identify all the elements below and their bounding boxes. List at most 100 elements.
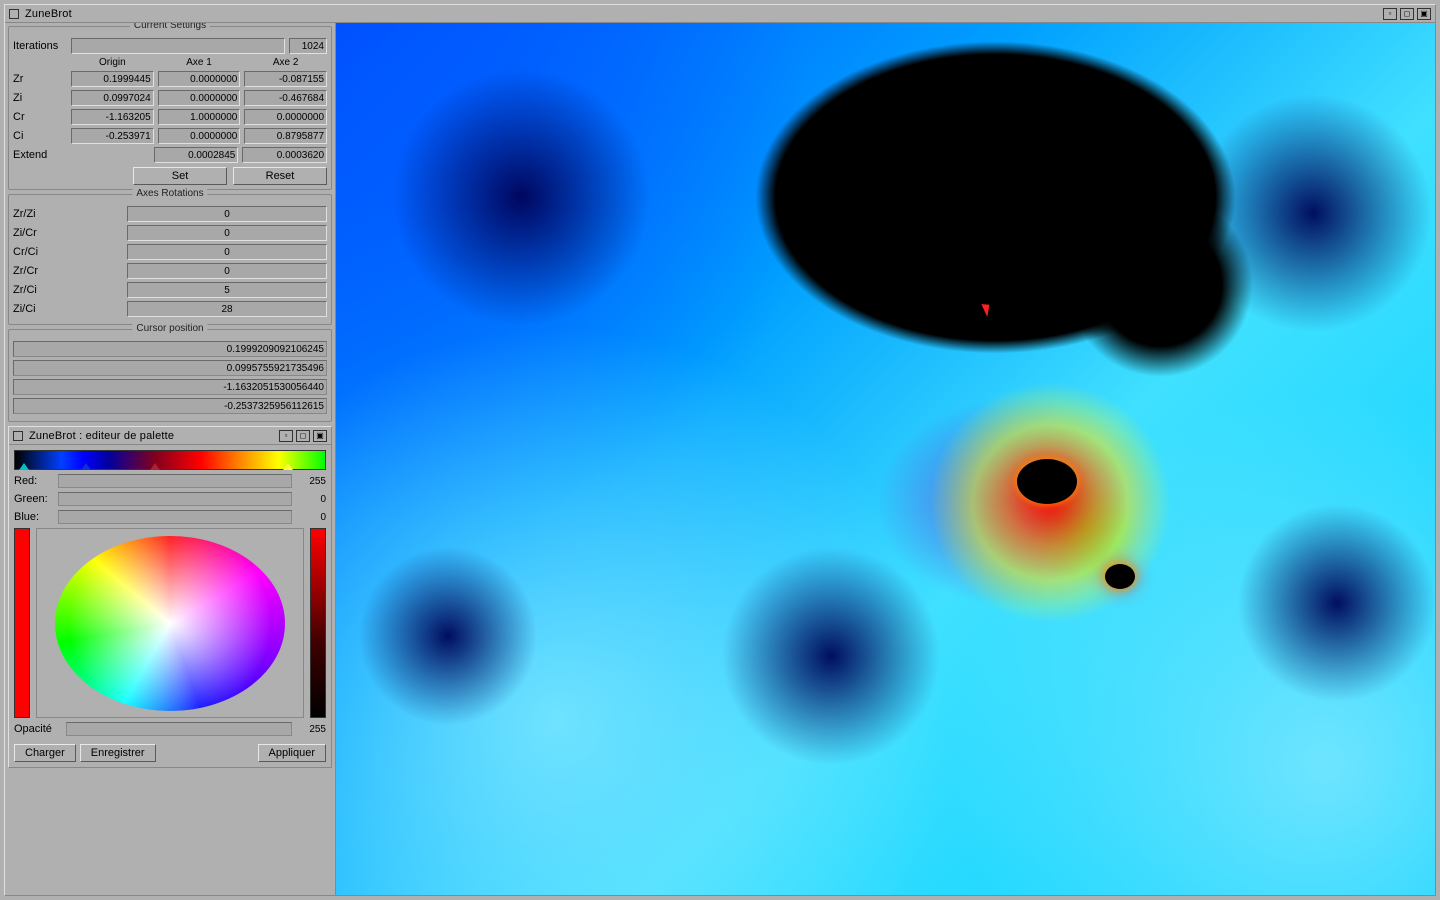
rotation-row: Zi/Ci 28 xyxy=(13,301,327,317)
axe1-field[interactable]: 0.0000000 xyxy=(158,90,241,106)
palette-titlebar[interactable]: ZuneBrot : editeur de palette ▫ ◻ ▣ xyxy=(9,427,331,445)
rotation-label: Zr/Ci xyxy=(13,284,123,296)
blue-label: Blue: xyxy=(14,511,54,523)
save-button[interactable]: Enregistrer xyxy=(80,744,156,762)
rotation-row: Zr/Zi 0 xyxy=(13,206,327,222)
col-origin: Origin xyxy=(71,57,154,68)
color-wheel-container xyxy=(36,528,304,718)
load-button[interactable]: Charger xyxy=(14,744,76,762)
hue-strip-left[interactable] xyxy=(14,528,30,718)
cursor-value: 0.1999209092106245 xyxy=(13,341,327,357)
rotation-row: Cr/Ci 0 xyxy=(13,244,327,260)
iterations-slider[interactable] xyxy=(71,38,285,54)
settings-panel: Current Settings Iterations 1024 Origin … xyxy=(8,26,332,190)
axe2-field[interactable]: -0.087155 xyxy=(244,71,327,87)
green-value: 0 xyxy=(296,494,326,505)
cursor-value: -1.1632051530056440 xyxy=(13,379,327,395)
rotation-label: Zr/Cr xyxy=(13,265,123,277)
color-area xyxy=(14,528,326,718)
axe1-field[interactable]: 0.0002845 xyxy=(154,147,239,163)
set-button[interactable]: Set xyxy=(133,167,227,185)
cursor-value: -0.2537325956112615 xyxy=(13,398,327,414)
panel-title: Axes Rotations xyxy=(132,188,207,199)
settings-row: Ci -0.2539710.00000000.8795877 xyxy=(13,128,327,144)
gradient-marker[interactable] xyxy=(150,463,160,470)
row-label: Ci xyxy=(13,130,67,142)
red-slider[interactable] xyxy=(58,474,292,488)
rotations-panel: Axes Rotations Zr/Zi0Zi/Cr0Cr/Ci0Zr/Cr0Z… xyxy=(8,194,332,325)
rotation-label: Zi/Ci xyxy=(13,303,123,315)
settings-row: Cr -1.1632051.00000000.0000000 xyxy=(13,109,327,125)
rotation-row: Zi/Cr 0 xyxy=(13,225,327,241)
rotation-slider[interactable]: 0 xyxy=(127,244,327,260)
palette-window: ZuneBrot : editeur de palette ▫ ◻ ▣ Red:… xyxy=(8,426,332,768)
red-value: 255 xyxy=(296,476,326,487)
origin-field[interactable]: -1.163205 xyxy=(71,109,154,125)
axe2-field[interactable]: 0.8795877 xyxy=(244,128,327,144)
rotation-label: Cr/Ci xyxy=(13,246,123,258)
opacity-value: 255 xyxy=(296,724,326,735)
window-title: ZuneBrot xyxy=(25,8,72,20)
panel-title: Cursor position xyxy=(132,323,207,334)
palette-window-title: ZuneBrot : editeur de palette xyxy=(29,430,174,442)
rotation-slider[interactable]: 0 xyxy=(127,206,327,222)
row-label: Zr xyxy=(13,73,67,85)
gradient-marker[interactable] xyxy=(19,463,29,470)
cursor-value: 0.0995755921735496 xyxy=(13,360,327,376)
value-strip-right[interactable] xyxy=(310,528,326,718)
axe2-field[interactable]: 0.0000000 xyxy=(244,109,327,125)
depth-button[interactable]: ▣ xyxy=(1417,8,1431,20)
red-label: Red: xyxy=(14,475,54,487)
depth-button[interactable]: ▣ xyxy=(313,430,327,442)
opacity-slider[interactable] xyxy=(66,722,292,736)
rotation-row: Zr/Ci 5 xyxy=(13,282,327,298)
gradient-marker[interactable] xyxy=(283,463,293,470)
rotation-row: Zr/Cr 0 xyxy=(13,263,327,279)
iterations-label: Iterations xyxy=(13,40,67,52)
rotation-slider[interactable]: 0 xyxy=(127,263,327,279)
color-wheel[interactable] xyxy=(55,536,285,711)
axe1-field[interactable]: 0.0000000 xyxy=(158,71,241,87)
system-menu-icon[interactable] xyxy=(9,9,19,19)
main-window: ZuneBrot ▫ ◻ ▣ Current Settings Iteratio… xyxy=(4,4,1436,896)
settings-row: Zi 0.09970240.0000000-0.467684 xyxy=(13,90,327,106)
axe1-field[interactable]: 0.0000000 xyxy=(158,128,241,144)
iterations-value[interactable]: 1024 xyxy=(289,38,327,54)
row-label: Cr xyxy=(13,111,67,123)
origin-field[interactable]: 0.0997024 xyxy=(71,90,154,106)
opacity-label: Opacité xyxy=(14,723,62,735)
origin-field[interactable]: 0.1999445 xyxy=(71,71,154,87)
origin-field[interactable]: -0.253971 xyxy=(71,128,154,144)
rotation-slider[interactable]: 0 xyxy=(127,225,327,241)
axe2-field[interactable]: 0.0003620 xyxy=(242,147,327,163)
green-label: Green: xyxy=(14,493,54,505)
reset-button[interactable]: Reset xyxy=(233,167,327,185)
zoom-button[interactable]: ◻ xyxy=(296,430,310,442)
axe2-field[interactable]: -0.467684 xyxy=(244,90,327,106)
blue-slider[interactable] xyxy=(58,510,292,524)
col-axe1: Axe 1 xyxy=(158,57,241,68)
panel-title: Current Settings xyxy=(130,23,210,31)
green-slider[interactable] xyxy=(58,492,292,506)
gradient-bar[interactable] xyxy=(14,450,326,470)
col-axe2: Axe 2 xyxy=(244,57,327,68)
settings-row: Extend0.00028450.0003620 xyxy=(13,147,327,163)
rotation-slider[interactable]: 5 xyxy=(127,282,327,298)
gradient-marker[interactable] xyxy=(81,463,91,470)
iconify-button[interactable]: ▫ xyxy=(1383,8,1397,20)
system-menu-icon[interactable] xyxy=(13,431,23,441)
axe1-field[interactable]: 1.0000000 xyxy=(158,109,241,125)
blue-value: 0 xyxy=(296,512,326,523)
rotation-slider[interactable]: 28 xyxy=(127,301,327,317)
cursor-panel: Cursor position 0.19992090921062450.0995… xyxy=(8,329,332,422)
zoom-button[interactable]: ◻ xyxy=(1400,8,1414,20)
row-label: Zi xyxy=(13,92,67,104)
rotation-label: Zi/Cr xyxy=(13,227,123,239)
fractal-canvas[interactable] xyxy=(335,23,1435,895)
rotation-label: Zr/Zi xyxy=(13,208,123,220)
apply-button[interactable]: Appliquer xyxy=(258,744,326,762)
settings-row: Zr 0.19994450.0000000-0.087155 xyxy=(13,71,327,87)
iconify-button[interactable]: ▫ xyxy=(279,430,293,442)
titlebar[interactable]: ZuneBrot ▫ ◻ ▣ xyxy=(5,5,1435,23)
sidebar: Current Settings Iterations 1024 Origin … xyxy=(5,23,335,895)
